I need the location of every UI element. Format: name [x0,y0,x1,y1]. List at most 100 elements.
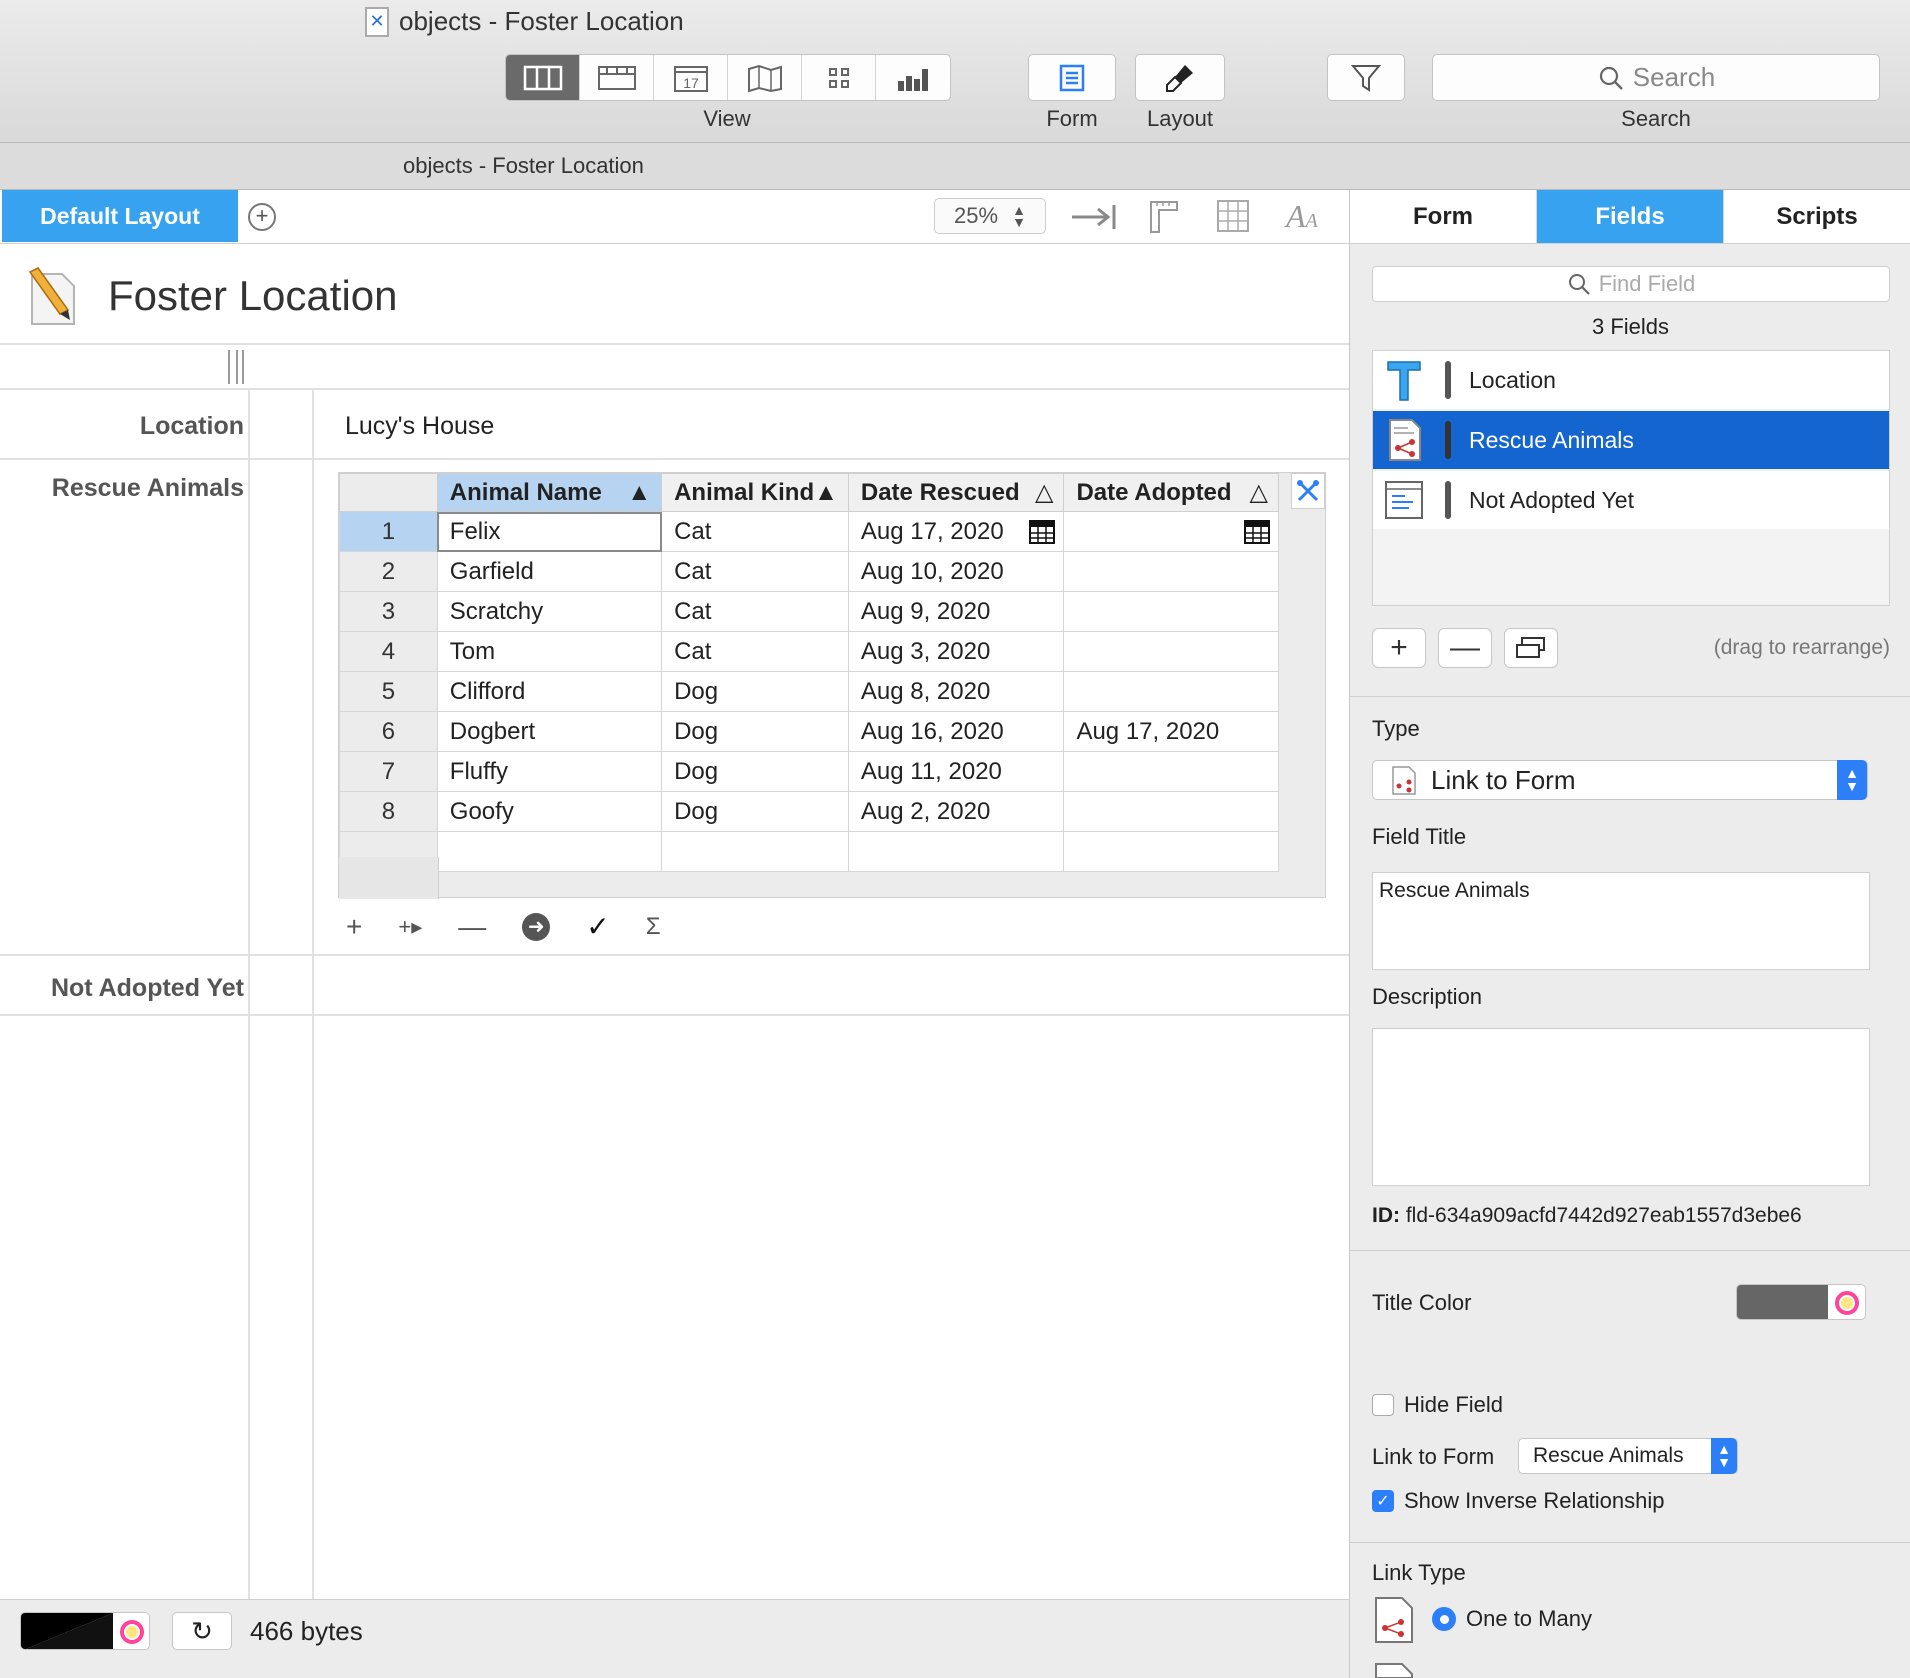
remove-row-icon[interactable]: — [458,911,486,943]
description-input[interactable] [1372,1028,1870,1186]
one-to-many-radio[interactable] [1432,1607,1456,1631]
add-layout-icon[interactable]: + [248,203,276,231]
color-well[interactable] [20,1612,150,1650]
sort-inactive-icon: △ [1249,479,1268,506]
search-label: Search [1621,106,1691,131]
zoom-stepper[interactable]: 25% ▲ ▼ [934,198,1046,234]
search-icon [1568,274,1590,295]
window-title: ✕ objects - Foster Location [365,6,684,37]
refresh-icon[interactable]: ↻ [172,1612,232,1650]
column-divider [248,390,250,1599]
toolbar-search-field[interactable]: Search [1432,54,1880,101]
find-field-input[interactable]: Find Field [1372,266,1890,302]
tab-default-layout[interactable]: Default Layout [2,190,238,242]
column-header-date-adopted[interactable]: Date Adopted △ [1063,473,1279,512]
table-settings-icon[interactable] [1291,473,1325,509]
from-form-icon [1385,481,1423,519]
brush-icon [1166,64,1193,92]
list-view-icon [597,65,636,90]
form-button[interactable] [1028,54,1116,101]
view-segmented-control: 17 [505,54,951,101]
calendar-picker-icon[interactable] [1244,519,1270,544]
table-row[interactable]: 7 Fluffy Dog Aug 11, 2020 [339,751,1279,792]
filter-button[interactable] [1327,54,1405,101]
field-list-item-rescue-animals[interactable]: Rescue Animals [1373,411,1889,469]
duplicate-field-button[interactable] [1504,628,1558,668]
search-placeholder: Search [1632,62,1716,92]
type-popup[interactable]: Link to Form ▲ ▼ [1372,760,1868,800]
add-row-icon[interactable]: + [346,911,362,943]
table-row[interactable]: 1 Felix Cat Aug 17, 2020 [339,511,1279,552]
field-list-item-location[interactable]: Location [1373,351,1889,409]
add-field-button[interactable]: + [1372,628,1426,668]
go-to-record-icon[interactable]: ➜ [522,912,551,941]
remove-field-button[interactable]: — [1438,628,1492,668]
table-row[interactable]: 3 Scratchy Cat Aug 9, 2020 [339,591,1279,632]
show-inverse-option[interactable]: ✓ Show Inverse Relationship [1372,1488,1664,1514]
divider [1350,1542,1910,1543]
chart-icon [898,68,928,91]
layout-tabs-bar: Default Layout + 25% ▲ ▼ AA [0,190,1349,244]
divider [0,343,1349,345]
view-columns-button[interactable] [506,55,580,100]
sum-icon[interactable]: Σ [646,913,661,941]
link-to-form-popup[interactable]: Rescue Animals ▲ ▼ [1518,1438,1738,1474]
hide-field-option[interactable]: Hide Field [1372,1392,1503,1418]
chevron-updown-icon: ▲ ▼ [1012,202,1026,230]
column-header-animal-name[interactable]: Animal Name ▲ [436,473,663,512]
link-type-one-to-many[interactable]: One to Many [1432,1606,1592,1632]
view-calendar-button[interactable]: 17 [654,55,728,100]
field-list-item-not-adopted-yet[interactable]: Not Adopted Yet [1373,471,1889,529]
description-label: Description [1372,984,1483,1009]
tab-fields[interactable]: Fields [1537,190,1724,243]
title-color-well[interactable] [1736,1284,1866,1320]
calendar-picker-icon[interactable] [1029,519,1056,544]
view-map-button[interactable] [728,55,802,100]
table-toolbar: + +▸ — ➜ ✓ Σ [346,910,661,943]
table-row[interactable]: 8 Goofy Dog Aug 2, 2020 [339,791,1279,832]
view-grid-button[interactable] [802,55,876,100]
bottom-status-bar: ↻ 466 bytes [0,1599,1349,1678]
size-readout: 466 bytes [250,1616,363,1646]
table-row[interactable]: 2 Garfield Cat Aug 10, 2020 [339,551,1279,592]
search-icon [1599,66,1623,90]
chevron-updown-icon: ▲ ▼ [1711,1438,1737,1474]
tab-form[interactable]: Form [1350,190,1537,243]
map-icon [747,64,782,92]
view-label: View [703,106,751,131]
tab-order-icon[interactable] [1070,202,1118,232]
divider [0,388,1349,390]
ruler-icon[interactable] [1147,198,1181,234]
one-to-many-icon [1375,1597,1413,1643]
svg-text:17: 17 [683,75,699,91]
pencil-form-icon [28,267,75,325]
grid-snap-icon[interactable] [1216,199,1250,233]
checkmark-icon[interactable]: ✓ [586,910,609,943]
table-row-empty[interactable] [339,831,1279,872]
divider [0,458,1349,460]
grid-icon [828,67,849,88]
column-header-date-rescued[interactable]: Date Rescued △ [847,473,1065,512]
document-icon: ✕ [365,6,389,37]
layout-button[interactable] [1135,54,1225,101]
field-label-rescue-animals: Rescue Animals [51,474,244,502]
document-subtitle-bar: objects - Foster Location [0,143,1910,190]
table-row[interactable]: 5 Clifford Dog Aug 8, 2020 [339,671,1279,712]
show-inverse-checkbox[interactable]: ✓ [1372,1490,1394,1512]
inspector-sidebar: Form Fields Scripts Find Field 3 Fields … [1349,190,1910,1678]
column-header-animal-kind[interactable]: Animal Kind ▲ [661,473,849,512]
link-existing-icon[interactable]: +▸ [398,914,422,940]
field-title-label: Field Title [1372,824,1467,849]
font-style-icon[interactable]: AA [1286,198,1318,235]
sort-inactive-icon: △ [1034,479,1054,506]
view-list-button[interactable] [580,55,654,100]
location-value[interactable]: Lucy's House [345,412,494,441]
link-to-form-icon [1392,766,1416,795]
hide-field-checkbox[interactable] [1372,1394,1394,1416]
view-chart-button[interactable] [876,55,950,100]
field-title-input[interactable]: Rescue Animals [1372,872,1870,970]
tab-scripts[interactable]: Scripts [1724,190,1910,243]
table-row[interactable]: 4 Tom Cat Aug 3, 2020 [339,631,1279,672]
field-label-location: Location [139,412,244,440]
table-row[interactable]: 6 Dogbert Dog Aug 16, 2020 Aug 17, 2020 [339,711,1279,752]
